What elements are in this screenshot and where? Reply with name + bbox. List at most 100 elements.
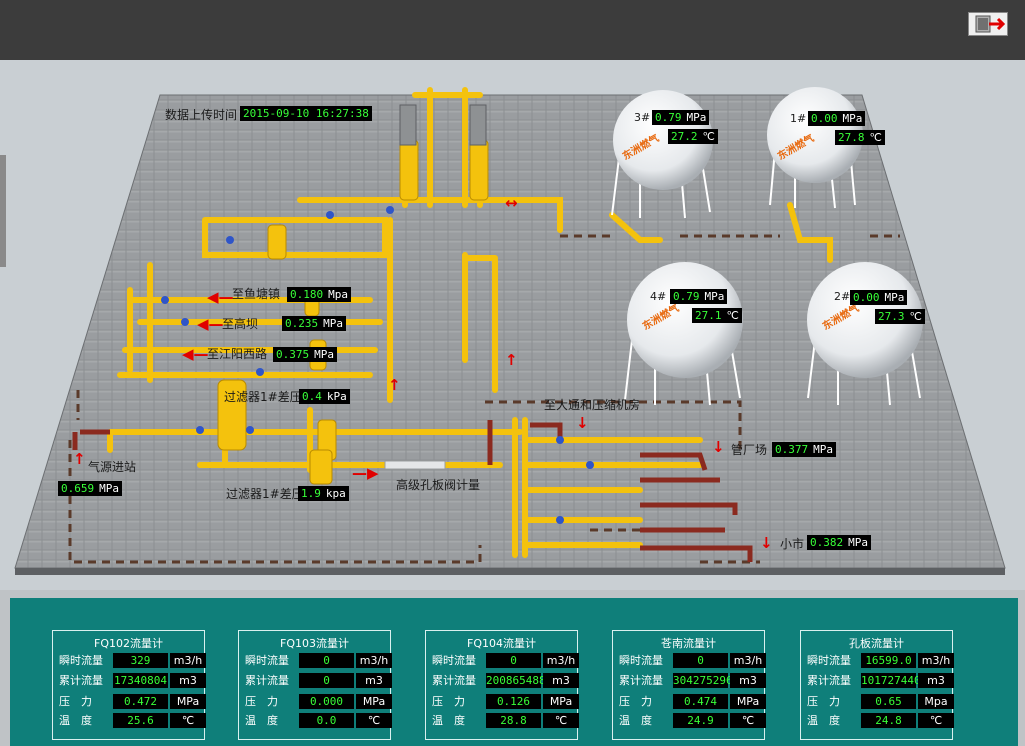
row-value: 25.6 (113, 713, 168, 728)
row-value: 28.8 (486, 713, 541, 728)
row-value: 24.9 (673, 713, 728, 728)
exit-button[interactable] (968, 12, 1008, 36)
row-value: 0.474 (673, 694, 728, 709)
row-label: 压 力 (619, 695, 652, 708)
tank-2-pressure: 0.00 MPa (850, 290, 908, 305)
filter2-value: 1.9 kpa (298, 486, 349, 501)
row-unit: MPa (356, 694, 392, 709)
row-value: 0.65 (861, 694, 916, 709)
row-value: 17340804 (113, 673, 168, 688)
row-unit: m3/h (356, 653, 392, 668)
tank-4-id: 4# (650, 290, 667, 303)
source-up-arrow: ↑ (73, 450, 86, 468)
meter-title: 苍南流量计 (661, 637, 716, 650)
tank-3-pressure: 0.79 MPa (652, 110, 710, 125)
top-bar (0, 0, 1025, 60)
outlet-jiangyang-value: 0.375 MPa (273, 347, 337, 362)
tank-3-id: 3# (634, 111, 651, 124)
outlet-yutang-label: 至鱼塘镇 (232, 287, 281, 301)
row-value: 0 (299, 673, 354, 688)
row-unit: m3/h (730, 653, 766, 668)
filter1-value: 0.4 kPa (299, 389, 350, 404)
outlet-gaoba-value: 0.235 MPa (282, 316, 346, 331)
xiaoshi-label: 小市 (780, 537, 805, 551)
tank-3-temp: 27.2 ℃ (668, 129, 718, 144)
up-arrow-main: ↑ (388, 376, 401, 394)
row-label: 瞬时流量 (432, 654, 476, 667)
upload-time-value: 2015-09-10 16:27:38 (240, 106, 372, 121)
row-value: 0.472 (113, 694, 168, 709)
meter-fq104: FQ104流量计 瞬时流量 0 m3/h 累计流量 200865488 m3 压 力 0.… (425, 630, 579, 740)
up-arrow-right: ↑ (505, 351, 518, 369)
row-label: 累计流量 (59, 674, 103, 687)
meter-title: FQ102流量计 (94, 637, 163, 650)
compressor-down-arrow: ↓ (576, 414, 589, 432)
platform-edge (15, 568, 1005, 575)
orifice-label: 高级孔板阀计量 (396, 478, 481, 492)
outlet-gaoba-label: 至高坝 (222, 317, 259, 331)
meter-title: FQ104流量计 (467, 637, 536, 650)
row-label: 温 度 (807, 714, 840, 727)
meter-fq102: FQ102流量计 瞬时流量 329 m3/h 累计流量 17340804 m3 压 力 0… (52, 630, 206, 740)
outlet-jiangyang-label: 至江阳西路 (207, 347, 268, 361)
row-value: 0.0 (299, 713, 354, 728)
meter-fq103: FQ103流量计 瞬时流量 0 m3/h 累计流量 0 m3 压 力 0.000 MPa 温… (238, 630, 392, 740)
row-label: 累计流量 (245, 674, 289, 687)
orifice-meter-pipe (384, 460, 446, 470)
row-value: 0 (673, 653, 728, 668)
tank-1-pressure: 0.00 MPa (808, 111, 866, 126)
row-value: 0 (299, 653, 354, 668)
row-value: 101727440 (861, 673, 921, 688)
row-label: 瞬时流量 (807, 654, 851, 667)
row-unit: ℃ (918, 713, 954, 728)
row-label: 累计流量 (619, 674, 663, 687)
row-label: 瞬时流量 (245, 654, 289, 667)
row-value: 0.126 (486, 694, 541, 709)
meter-title: 孔板流量计 (849, 637, 904, 650)
upload-time-label: 数据上传时间 (165, 108, 238, 122)
bidirectional-arrow: ↔ (505, 194, 518, 212)
pipe-yard-label: 管厂场 (731, 443, 768, 457)
outlet-arrow-yutang: ◀— (207, 288, 234, 306)
pipe-yard-down-arrow: ↓ (712, 438, 725, 456)
meter-title: FQ103流量计 (280, 637, 349, 650)
xiaoshi-down-arrow: ↓ (760, 534, 773, 552)
row-label: 压 力 (432, 695, 465, 708)
row-unit: ℃ (356, 713, 392, 728)
row-label: 压 力 (59, 695, 92, 708)
row-label: 累计流量 (432, 674, 476, 687)
row-value: 24.8 (861, 713, 916, 728)
row-unit: ℃ (730, 713, 766, 728)
source-value: 0.659 MPa (58, 481, 122, 496)
row-unit: MPa (170, 694, 206, 709)
row-unit: m3/h (918, 653, 954, 668)
row-label: 瞬时流量 (59, 654, 103, 667)
meter-cangnan: 苍南流量计 瞬时流量 0 m3/h 累计流量 304275296 m3 压 力 0.474… (612, 630, 766, 740)
tank-2-id: 2# (834, 290, 851, 303)
filter1-label: 过滤器1#差压 (224, 390, 302, 404)
row-value: 0.000 (299, 694, 354, 709)
outlet-yutang-value: 0.180 Mpa (287, 287, 351, 302)
row-unit: MPa (730, 694, 766, 709)
tank-4-temp: 27.1 ℃ (692, 308, 742, 323)
row-unit: m3/h (543, 653, 579, 668)
row-unit: m3 (170, 673, 206, 688)
row-label: 温 度 (59, 714, 92, 727)
row-unit: ℃ (543, 713, 579, 728)
compressor-label: 至大通和压缩机房 (544, 398, 641, 412)
row-unit: m3/h (170, 653, 206, 668)
pipe-yard-value: 0.377 MPa (772, 442, 836, 457)
row-unit: MPa (543, 694, 579, 709)
exit-icon (975, 15, 1006, 33)
row-label: 温 度 (432, 714, 465, 727)
row-label: 温 度 (245, 714, 278, 727)
row-label: 累计流量 (807, 674, 851, 687)
row-unit: ℃ (170, 713, 206, 728)
row-unit: Mpa (918, 694, 954, 709)
xiaoshi-value: 0.382 MPa (807, 535, 871, 550)
row-value: 329 (113, 653, 168, 668)
row-label: 压 力 (245, 695, 278, 708)
tank-1-id: 1# (790, 112, 807, 125)
row-label: 温 度 (619, 714, 652, 727)
tank-4-pressure: 0.79 MPa (670, 289, 728, 304)
